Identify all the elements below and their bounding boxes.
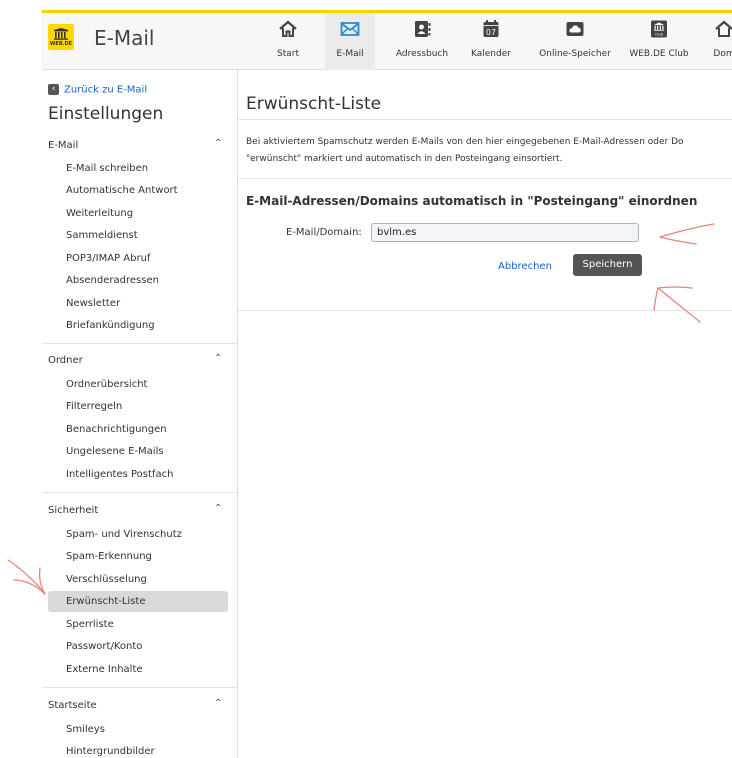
divider <box>238 310 732 311</box>
calendar-day: 07 <box>486 28 496 37</box>
cancel-link[interactable]: Abbrechen <box>498 261 552 272</box>
temple-icon <box>54 28 68 40</box>
section-divider <box>42 492 237 493</box>
webde-logo[interactable]: WEB.DE <box>48 24 74 50</box>
email-domain-label: E-Mail/Domain: <box>286 227 362 238</box>
back-to-email-link[interactable]: ‹ Zurück zu E-Mail <box>48 84 147 96</box>
description: Bei aktiviertem Spamschutz werden E-Mail… <box>246 134 732 168</box>
chevron-up-icon[interactable]: ⌃ <box>214 353 222 364</box>
calendar-icon: 07 <box>483 20 499 37</box>
description-line: Bei aktiviertem Spamschutz werden E-Mail… <box>246 137 684 147</box>
sidebar-item[interactable]: Sammeldienst <box>66 230 138 241</box>
nav-label: WEB.DE Club <box>629 49 689 59</box>
nav-dom[interactable]: Dom <box>704 13 732 70</box>
sidebar-item[interactable]: Absenderadressen <box>66 275 159 286</box>
nav-label: Dom <box>713 49 732 59</box>
sidebar-item[interactable]: E-Mail schreiben <box>66 163 148 174</box>
address-book-icon <box>415 21 431 37</box>
sidebar-item[interactable]: Filterregeln <box>66 401 122 412</box>
chevron-up-icon[interactable]: ⌃ <box>214 698 222 709</box>
sidebar-item[interactable]: Weiterleitung <box>66 208 133 219</box>
nav-start[interactable]: Start <box>264 13 312 70</box>
sidebar-item[interactable]: Verschlüsselung <box>66 574 147 585</box>
nav-label: Online-Speicher <box>539 49 611 59</box>
sidebar-item[interactable]: Hintergrundbilder <box>66 746 155 757</box>
section-header-startseite[interactable]: Startseite <box>48 700 97 711</box>
settings-sidebar: ‹ Zurück zu E-Mail Einstellungen E-Mail ⌃… <box>42 70 238 758</box>
section-heading: E-Mail-Adressen/Domains automatisch in "… <box>246 194 698 208</box>
chevron-up-icon[interactable]: ⌃ <box>214 138 222 149</box>
save-button[interactable]: Speichern <box>573 254 642 276</box>
cloud-icon <box>566 22 584 36</box>
description-line: "erwünscht" markiert und automatisch in … <box>246 154 563 164</box>
sidebar-item[interactable]: POP3/IMAP Abruf <box>66 253 150 264</box>
section-divider <box>42 343 237 344</box>
nav-webde-club[interactable]: Club WEB.DE Club <box>625 13 693 70</box>
sidebar-item[interactable]: Smileys <box>66 724 105 735</box>
sidebar-item[interactable]: Ungelesene E-Mails <box>66 446 164 457</box>
sidebar-title: Einstellungen <box>48 104 164 124</box>
nav-label: Adressbuch <box>395 49 449 59</box>
domain-icon <box>715 20 732 37</box>
top-bar: WEB.DE E-Mail Start E-Mail Adressbuch 07… <box>42 0 732 70</box>
sidebar-item[interactable]: Briefankündigung <box>66 320 155 331</box>
back-label: Zurück zu E-Mail <box>64 84 148 96</box>
sidebar-item[interactable]: Automatische Antwort <box>66 185 178 196</box>
sidebar-item[interactable]: Passwort/Konto <box>66 641 142 652</box>
sidebar-item[interactable]: Externe Inhalte <box>66 664 143 675</box>
divider <box>238 119 732 120</box>
sidebar-item[interactable]: Spam-Erkennung <box>66 551 152 562</box>
logo-label: WEB.DE <box>49 41 73 47</box>
main-content: Erwünscht-Liste Bei aktiviertem Spamschu… <box>238 70 732 758</box>
sidebar-item[interactable]: Spam- und Virenschutz <box>66 529 182 540</box>
home-icon <box>279 20 297 37</box>
nav-adressbuch[interactable]: Adressbuch <box>387 13 457 70</box>
sidebar-item-erwuenscht-liste[interactable]: Erwünscht-Liste <box>48 591 228 612</box>
nav-label: Start <box>277 49 299 59</box>
club-icon: Club <box>651 20 667 38</box>
nav-kalender[interactable]: 07 Kalender <box>462 13 520 70</box>
nav-email[interactable]: E-Mail <box>325 13 375 70</box>
sidebar-item[interactable]: Ordnerübersicht <box>66 379 147 390</box>
sidebar-item[interactable]: Sperrliste <box>66 619 114 630</box>
club-badge: Club <box>655 33 664 37</box>
nav-label: Kalender <box>471 49 511 59</box>
sidebar-item[interactable]: Intelligentes Postfach <box>66 469 173 480</box>
left-margin <box>0 0 42 758</box>
divider <box>238 178 732 179</box>
section-header-sicherheit[interactable]: Sicherheit <box>48 505 98 516</box>
sidebar-item[interactable]: Benachrichtigungen <box>66 424 167 435</box>
sidebar-item[interactable]: Newsletter <box>66 298 120 309</box>
email-domain-input[interactable]: bvlm.es <box>371 223 639 242</box>
page-title: Erwünscht-Liste <box>246 94 382 114</box>
nav-online-speicher[interactable]: Online-Speicher <box>530 13 620 70</box>
app-title: E-Mail <box>94 26 155 50</box>
section-header-ordner[interactable]: Ordner <box>48 355 83 366</box>
chevron-left-icon: ‹ <box>48 84 59 95</box>
section-header-email[interactable]: E-Mail <box>48 140 78 151</box>
envelope-icon <box>340 22 360 36</box>
nav-label: E-Mail <box>336 49 364 59</box>
section-divider <box>42 687 237 688</box>
chevron-up-icon[interactable]: ⌃ <box>214 503 222 514</box>
